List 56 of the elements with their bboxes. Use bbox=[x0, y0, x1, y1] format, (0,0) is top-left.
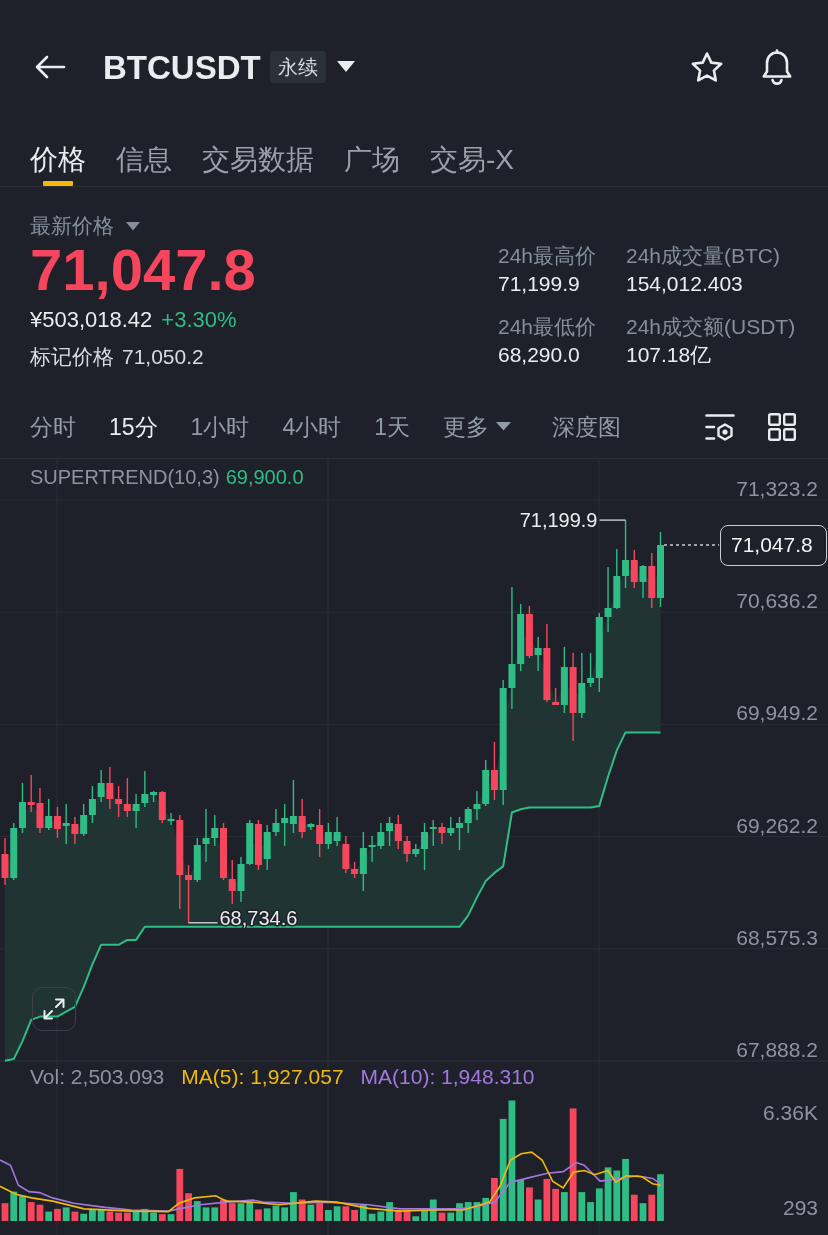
current-price-line bbox=[663, 544, 720, 546]
tab[interactable]: 交易数据 bbox=[202, 134, 314, 186]
volume-legend-reading: MA(10): 1,948.310 bbox=[360, 1065, 535, 1089]
price-change: +3.30% bbox=[161, 306, 237, 334]
interval-tab[interactable]: 更多 bbox=[443, 411, 511, 442]
interval-tab[interactable]: 1天 bbox=[374, 411, 410, 442]
current-price-tag: 71,047.8 bbox=[720, 524, 827, 566]
interval-tab[interactable]: 深度图 bbox=[552, 411, 621, 442]
expand-button[interactable] bbox=[32, 987, 76, 1031]
low-price-leader bbox=[187, 922, 219, 924]
tab[interactable]: 广场 bbox=[344, 134, 400, 186]
bell-icon[interactable] bbox=[760, 48, 794, 86]
price-axis-label: 69,262.2 bbox=[736, 813, 818, 837]
high-price-leader bbox=[598, 519, 627, 521]
interval-tab[interactable]: 15分 bbox=[109, 411, 158, 442]
stat-label: 24h成交量(BTC) bbox=[626, 243, 782, 269]
last-price: 71,047.8 bbox=[30, 241, 257, 299]
volume-legend-reading: MA(5): 1,927.057 bbox=[181, 1065, 344, 1089]
expand-icon bbox=[43, 998, 65, 1020]
tab[interactable]: 信息 bbox=[116, 134, 172, 186]
stat-value: 154,012.403 bbox=[626, 271, 744, 297]
symbol-title[interactable]: BTCUSDT bbox=[103, 50, 261, 84]
volume-legend-reading: Vol: 2,503.093 bbox=[30, 1065, 165, 1089]
volume-axis-label: 293 bbox=[782, 1196, 818, 1219]
indicator-value: 69,900.0 bbox=[225, 465, 304, 489]
stat-value: 71,199.9 bbox=[498, 271, 581, 297]
indicator-name: SUPERTREND(10,3) bbox=[30, 465, 220, 489]
star-icon[interactable] bbox=[690, 50, 724, 84]
back-arrow-icon[interactable] bbox=[34, 55, 66, 79]
price-axis-label: 69,949.2 bbox=[736, 701, 818, 725]
high-price-label: 71,199.9 bbox=[519, 509, 598, 532]
mark-price-value: 71,050.2 bbox=[122, 344, 204, 370]
volume-axis-label: 6.36K bbox=[763, 1101, 818, 1124]
price-axis-label: 68,575.3 bbox=[736, 925, 818, 949]
tab[interactable]: 交易-X bbox=[430, 134, 514, 186]
contract-type-tag: 永续 bbox=[269, 51, 326, 83]
stat-value: 107.18亿 bbox=[626, 342, 713, 368]
interval-tab[interactable]: 1小时 bbox=[190, 411, 250, 442]
price-type-label[interactable]: 最新价格 bbox=[30, 212, 114, 240]
indicator-settings-icon[interactable] bbox=[705, 412, 735, 441]
stat-label: 24h最低价 bbox=[498, 314, 598, 340]
low-price-label: 68,734.6 bbox=[219, 906, 298, 929]
caret-icon[interactable] bbox=[336, 61, 355, 73]
tab[interactable]: 价格 bbox=[30, 134, 86, 186]
stat-label: 24h最高价 bbox=[498, 243, 598, 269]
mark-price-label: 标记价格 bbox=[30, 344, 114, 370]
interval-tab[interactable]: 4小时 bbox=[282, 411, 342, 442]
interval-tab[interactable]: 分时 bbox=[30, 411, 76, 442]
price-axis-label: 71,323.2 bbox=[736, 477, 818, 500]
fiat-price: ¥503,018.42 bbox=[30, 306, 153, 334]
price-axis-label: 70,636.2 bbox=[736, 589, 818, 613]
caret-icon bbox=[496, 422, 511, 431]
layout-grid-icon[interactable] bbox=[768, 412, 796, 441]
stat-label: 24h成交额(USDT) bbox=[626, 314, 796, 340]
price-axis-label: 67,888.2 bbox=[736, 1038, 818, 1061]
stat-value: 68,290.0 bbox=[498, 342, 581, 368]
